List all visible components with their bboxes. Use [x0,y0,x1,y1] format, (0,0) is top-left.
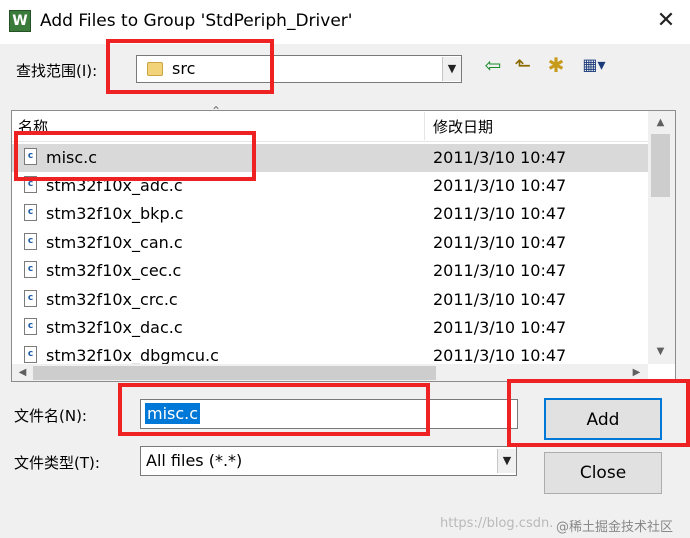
c-file-icon: c [24,261,37,278]
close-button[interactable]: Close [544,452,662,494]
c-file-icon: c [24,290,37,307]
file-date: 2011/3/10 10:47 [433,233,567,252]
file-name: stm32f10x_bkp.c [46,204,184,223]
scroll-down-icon[interactable]: ▼ [651,343,670,360]
file-date: 2011/3/10 10:47 [433,204,567,223]
column-date[interactable]: 修改日期 [433,117,493,137]
c-file-icon: c [24,204,37,221]
view-menu-icon[interactable]: ▦▾ [574,54,614,76]
filetype-label: 文件类型(T): [14,454,100,472]
list-item[interactable]: c stm32f10x_dac.c 2011/3/10 10:47 [12,314,648,342]
file-name: stm32f10x_crc.c [46,290,178,309]
file-date: 2011/3/10 10:47 [433,176,567,195]
file-name: stm32f10x_dac.c [46,318,183,337]
window-title: Add Files to Group 'StdPeriph_Driver' [40,11,353,31]
c-file-icon: c [24,233,37,250]
file-name: stm32f10x_dbgmcu.c [46,346,219,364]
c-file-icon: c [24,318,37,335]
horizontal-scroll-thumb[interactable] [33,366,436,380]
file-date: 2011/3/10 10:47 [433,346,567,364]
lookin-dropdown-arrow[interactable]: ▼ [442,57,461,81]
sort-up-icon: ⌃ [211,104,222,118]
scroll-left-icon[interactable]: ◀ [14,364,31,381]
annotation-box-lookin [106,39,274,94]
file-name: stm32f10x_can.c [46,233,183,252]
file-date: 2011/3/10 10:47 [433,318,567,337]
lookin-label: 查找范围(I): [16,62,98,80]
c-file-icon: c [24,346,37,363]
new-folder-icon[interactable]: ✱ [543,54,569,76]
filetype-dropdown-arrow[interactable]: ▼ [497,449,516,473]
list-item[interactable]: c stm32f10x_cec.c 2011/3/10 10:47 [12,257,648,285]
file-date: 2011/3/10 10:47 [433,290,567,309]
annotation-box-file [14,131,256,181]
watermark-url: https://blog.csdn. [440,516,554,531]
column-separator[interactable] [424,112,425,140]
watermark-text: @稀土掘金技术社区 [556,520,674,535]
vertical-scroll-thumb[interactable] [651,134,670,197]
scroll-up-icon[interactable]: ▲ [651,114,670,131]
file-name: stm32f10x_cec.c [46,261,182,280]
back-icon[interactable]: ⇦ [482,54,504,76]
file-date: 2011/3/10 10:47 [433,261,567,280]
annotation-box-filename [118,383,430,436]
file-date: 2011/3/10 10:47 [433,148,567,167]
filename-label: 文件名(N): [14,407,87,425]
app-icon: W [9,10,31,32]
filetype-value: All files (*.*) [146,451,243,470]
close-icon[interactable]: ✕ [650,6,682,36]
list-item[interactable]: c stm32f10x_crc.c 2011/3/10 10:47 [12,286,648,314]
list-item[interactable]: c stm32f10x_dbgmcu.c 2011/3/10 10:47 [12,342,648,364]
list-item[interactable]: c stm32f10x_can.c 2011/3/10 10:47 [12,229,648,257]
annotation-box-add [507,379,690,447]
list-item[interactable]: c stm32f10x_bkp.c 2011/3/10 10:47 [12,200,648,228]
up-folder-icon[interactable]: ⬑ [511,54,535,76]
